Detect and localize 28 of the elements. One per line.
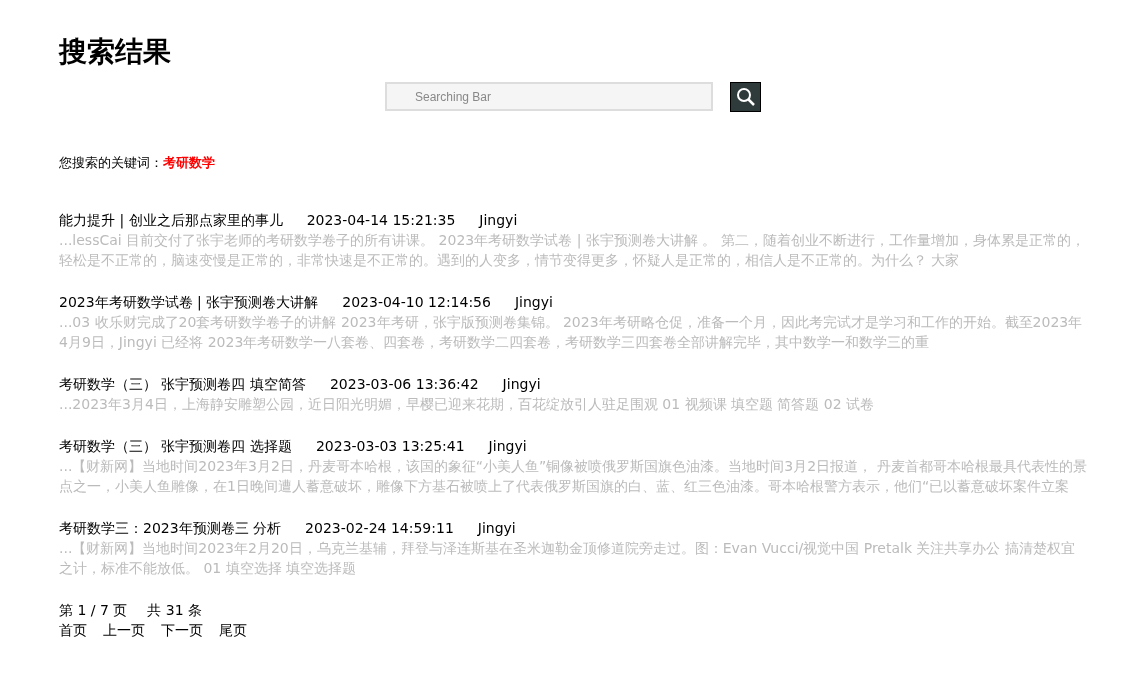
pagination-link[interactable]: 尾页	[219, 620, 247, 640]
result-title-link[interactable]: 能力提升 | 创业之后那点家里的事儿	[59, 210, 283, 230]
result-author: Jingyi	[479, 211, 518, 230]
result-date: 2023-03-03 13:25:41	[315, 437, 465, 456]
page-title: 搜索结果	[59, 34, 172, 70]
result-author: Jingyi	[477, 519, 516, 538]
result-snippet: ...【财新网】当地时间2023年2月20日，乌克兰基辅，拜登与泽连斯基在圣米迦勒金顶修道院旁走过。图：Evan Vucci/视觉中国 Pretalk 关注共享办公 搞清楚权宜之计，标准不能放低。 01 填空选择 填空选择题	[59, 539, 1076, 578]
result-author: Jingyi	[502, 375, 541, 394]
result-date: 2023-04-10 12:14:56	[342, 293, 491, 312]
page-info: 第 1 / 7 页	[59, 601, 128, 620]
pagination-link[interactable]: 首页	[59, 620, 87, 640]
result-title-link[interactable]: 2023年考研数学试卷 | 张宇预测卷大讲解	[59, 292, 319, 312]
keyword-label: 您搜索的关键词：	[59, 155, 163, 170]
result-date: 2023-04-14 15:21:35	[306, 211, 456, 230]
pagination-link[interactable]: 下一页	[161, 620, 203, 640]
search-button[interactable]	[730, 82, 761, 112]
result-author: Jingyi	[514, 293, 553, 312]
pagination-link[interactable]: 上一页	[103, 620, 145, 640]
result-date: 2023-02-24 14:59:11	[305, 519, 454, 538]
total-count: 共 31 条	[147, 601, 203, 620]
result-title-link[interactable]: 考研数学（三） 张宇预测卷四 填空简答	[59, 374, 306, 394]
result-author: Jingyi	[488, 437, 527, 456]
result-title-link[interactable]: 考研数学（三） 张宇预测卷四 选择题	[59, 436, 292, 456]
result-title-link[interactable]: 考研数学三：2023年预测卷三 分析	[59, 518, 282, 538]
search-icon	[735, 87, 756, 107]
result-date: 2023-03-06 13:36:42	[329, 375, 479, 394]
keyword-value: 考研数学	[163, 155, 215, 170]
search-field[interactable]: Searching Bar	[385, 82, 713, 111]
